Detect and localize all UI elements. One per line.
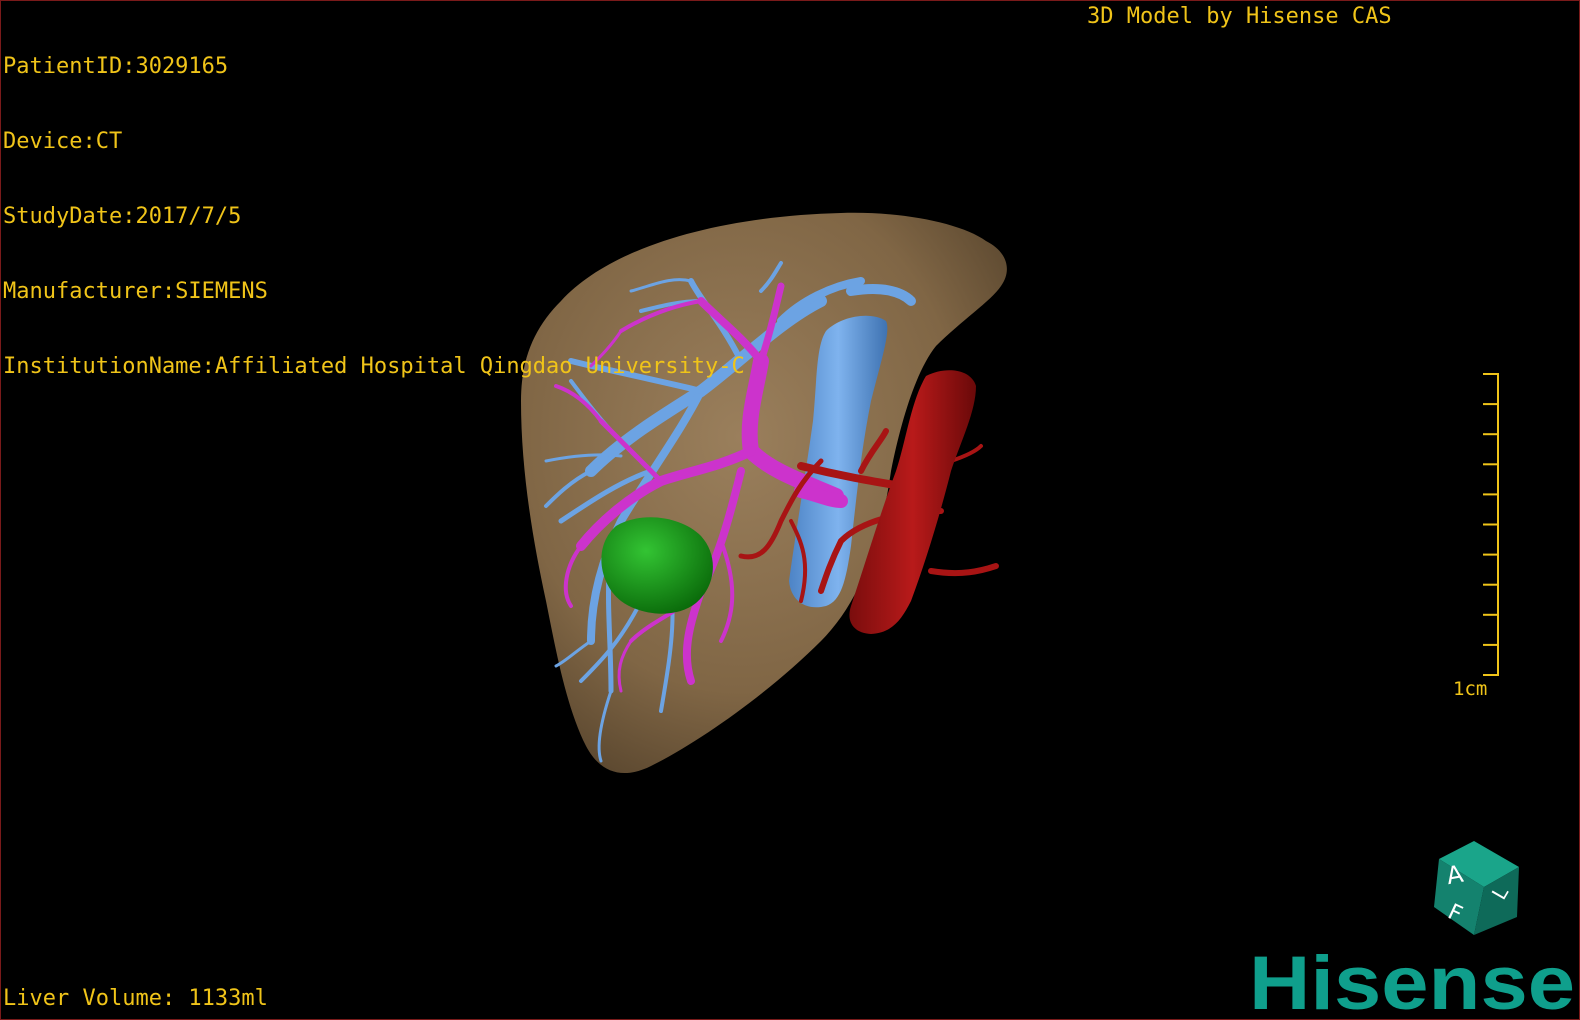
model-credit-text: 3D Model by Hisense CAS <box>1087 4 1392 29</box>
3d-viewport[interactable]: PatientID:3029165 Device:CT StudyDate:20… <box>0 0 1580 1020</box>
institution-text: InstitutionName:Affiliated Hospital Qing… <box>3 354 745 379</box>
device-text: Device:CT <box>3 129 123 154</box>
manufacturer-text: Manufacturer:SIEMENS <box>3 279 268 304</box>
scale-label: 1cm <box>1453 678 1488 700</box>
hisense-logo: Hisense <box>1249 945 1575 1019</box>
orientation-cube-icon[interactable]: A F L <box>1429 837 1529 941</box>
scale-bar-icon <box>1483 373 1499 676</box>
patient-info-overlay: PatientID:3029165 Device:CT StudyDate:20… <box>3 4 745 429</box>
liver-volume-text: Liver Volume: 1133ml <box>3 986 268 1011</box>
study-date-text: StudyDate:2017/7/5 <box>3 204 242 229</box>
hisense-logo-text: Hisense <box>1249 945 1575 1019</box>
patient-id-text: PatientID:3029165 <box>3 54 229 79</box>
